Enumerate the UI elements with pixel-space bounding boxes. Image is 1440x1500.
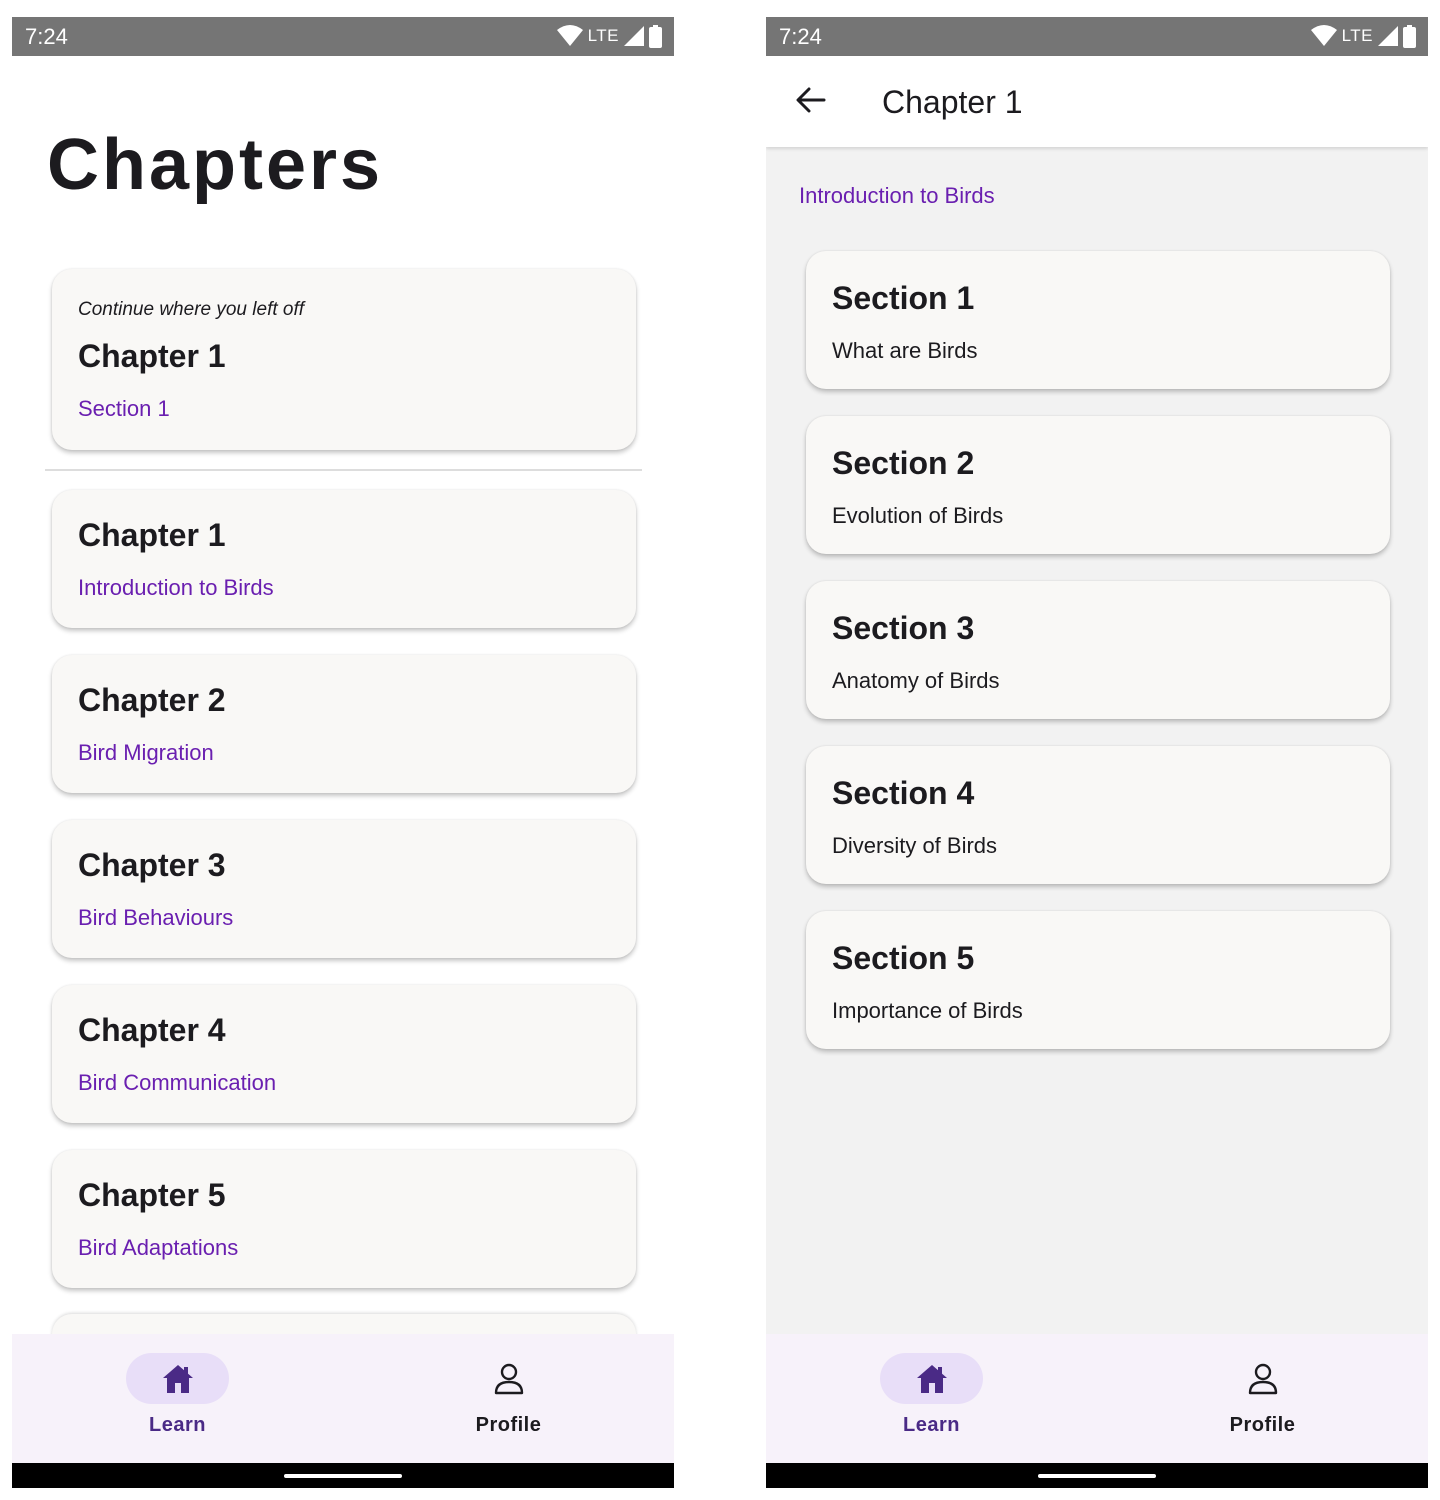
chapter-card[interactable]: Chapter 2 Bird Migration: [52, 655, 636, 793]
battery-icon: [649, 24, 662, 48]
section-description: Importance of Birds: [832, 998, 1023, 1023]
status-bar: 7:24 LTE: [12, 17, 674, 56]
section-card[interactable]: Section 5 Importance of Birds: [806, 911, 1390, 1049]
chapter-subtitle: Introduction to Birds: [78, 575, 274, 600]
section-description: Diversity of Birds: [832, 833, 998, 858]
home-icon: [916, 1364, 947, 1393]
home-gesture-handle[interactable]: [284, 1474, 402, 1478]
chapter-title: Chapter 4: [78, 1012, 226, 1048]
chapter-subtitle: Bird Adaptations: [78, 1235, 239, 1260]
nav-profile-icon-wrap: [489, 1360, 529, 1398]
nav-learn[interactable]: Learn: [12, 1334, 343, 1463]
chapter-title: Chapter 5: [78, 1177, 226, 1213]
section-title: Section 3: [832, 610, 975, 646]
divider: [45, 469, 642, 471]
gesture-bar: [766, 1463, 1428, 1488]
section-card[interactable]: Section 3 Anatomy of Birds: [806, 581, 1390, 719]
chapter-subtitle: Bird Communication: [78, 1070, 277, 1095]
chapter-name: Introduction to Birds: [799, 183, 995, 208]
status-time: 7:24: [25, 24, 68, 49]
network-type: LTE: [1341, 26, 1373, 45]
section-title: Section 4: [832, 775, 975, 811]
nav-profile-label: Profile: [1229, 1414, 1296, 1436]
section-card[interactable]: Section 2 Evolution of Birds: [806, 416, 1390, 554]
chapter-card[interactable]: Chapter 3 Bird Behaviours: [52, 820, 636, 958]
section-title: Section 5: [832, 940, 975, 976]
status-time: 7:24: [779, 24, 822, 49]
cell-signal-icon: [1378, 26, 1398, 46]
chapter-card[interactable]: Chapter 1 Introduction to Birds: [52, 490, 636, 628]
wifi-icon: [556, 25, 583, 46]
wifi-icon: [1310, 25, 1337, 46]
home-icon: [162, 1364, 193, 1393]
continue-chapter-title: Chapter 1: [78, 338, 226, 374]
status-icons: LTE: [556, 23, 662, 49]
nav-active-indicator: [880, 1353, 983, 1404]
nav-profile-icon-wrap: [1243, 1360, 1283, 1398]
chapter-title: Chapter 2: [78, 682, 226, 718]
battery-icon: [1403, 24, 1416, 48]
app-bar-title: Chapter 1: [882, 84, 1023, 120]
chapters-screen: 7:24 LTE Chapters Continue where you lef…: [12, 17, 674, 1488]
section-card[interactable]: Section 4 Diversity of Birds: [806, 746, 1390, 884]
nav-learn-label: Learn: [149, 1414, 206, 1436]
person-icon: [1248, 1363, 1278, 1395]
chapters-content[interactable]: Chapters Continue where you left off Cha…: [12, 56, 674, 1334]
chapter-card[interactable]: Chapter 4 Bird Communication: [52, 985, 636, 1123]
status-bar: 7:24 LTE: [766, 17, 1428, 56]
bottom-nav: Learn Profile: [766, 1334, 1428, 1463]
status-icons: LTE: [1310, 23, 1416, 49]
nav-profile-label: Profile: [475, 1414, 542, 1436]
chapter-title: Chapter 3: [78, 847, 226, 883]
back-button[interactable]: [794, 83, 828, 117]
chapter-subtitle: Bird Behaviours: [78, 905, 234, 930]
nav-active-indicator: [126, 1353, 229, 1404]
continue-card[interactable]: Continue where you left off Chapter 1 Se…: [52, 269, 636, 450]
nav-learn[interactable]: Learn: [766, 1334, 1097, 1463]
gesture-bar: [12, 1463, 674, 1488]
person-icon: [494, 1363, 524, 1395]
section-description: Anatomy of Birds: [832, 668, 1000, 693]
nav-profile[interactable]: Profile: [343, 1334, 674, 1463]
continue-section-label: Section 1: [78, 396, 170, 421]
network-type: LTE: [587, 26, 619, 45]
chapter-subtitle: Bird Migration: [78, 740, 214, 765]
home-gesture-handle[interactable]: [1038, 1474, 1156, 1478]
nav-profile[interactable]: Profile: [1097, 1334, 1428, 1463]
section-description: What are Birds: [832, 338, 978, 363]
cell-signal-icon: [624, 26, 644, 46]
arrow-back-icon: [796, 87, 826, 113]
continue-caption: Continue where you left off: [78, 299, 305, 320]
chapter-title: Chapter 1: [78, 517, 226, 553]
section-description: Evolution of Birds: [832, 503, 1004, 528]
section-card[interactable]: Section 1 What are Birds: [806, 251, 1390, 389]
section-title: Section 1: [832, 280, 975, 316]
nav-learn-label: Learn: [903, 1414, 960, 1436]
sections-content[interactable]: Introduction to Birds Section 1 What are…: [766, 147, 1428, 1334]
chapter-card[interactable]: Chapter 5 Bird Adaptations: [52, 1150, 636, 1288]
page-title: Chapters: [47, 125, 384, 205]
section-title: Section 2: [832, 445, 975, 481]
top-app-bar: Chapter 1: [766, 56, 1428, 147]
chapter-detail-screen: 7:24 LTE Chapter 1 Introduction to Birds…: [766, 17, 1428, 1488]
chapter-card-partial[interactable]: [52, 1314, 636, 1334]
bottom-nav: Learn Profile: [12, 1334, 674, 1463]
